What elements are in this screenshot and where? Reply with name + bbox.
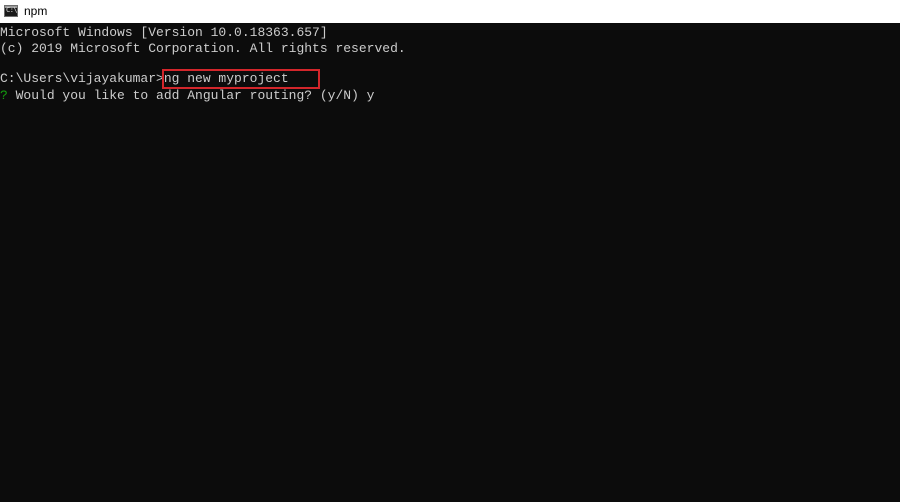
console-line-version: Microsoft Windows [Version 10.0.18363.65…	[0, 25, 328, 40]
console-line-question: ? Would you like to add Angular routing?…	[0, 88, 374, 104]
question-text: Would you like to add Angular routing? (…	[7, 88, 375, 103]
console-output[interactable]: Microsoft Windows [Version 10.0.18363.65…	[0, 23, 900, 502]
question-marker: ?	[0, 88, 8, 103]
cmd-console-icon-label: C:\	[6, 6, 18, 14]
window-title: npm	[24, 4, 48, 18]
cmd-console-icon: C:\	[4, 5, 18, 17]
command-prompt-path: C:\Users\vijayakumar>	[0, 71, 164, 86]
console-line-copyright: (c) 2019 Microsoft Corporation. All righ…	[0, 41, 406, 56]
title-bar[interactable]: C:\ npm	[0, 0, 900, 23]
command-highlight-box	[162, 69, 320, 89]
command-prompt-window: C:\ npm Microsoft Windows [Version 10.0.…	[0, 0, 900, 502]
